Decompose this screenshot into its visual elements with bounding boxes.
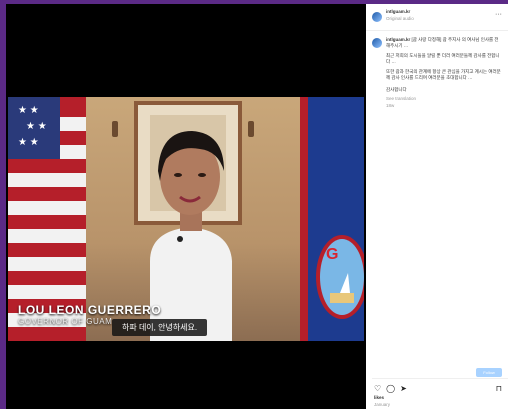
caption-thanks: 감사합니다 xyxy=(386,87,407,92)
post-side-panel: intlguam.kr Original audio ··· intlguam.… xyxy=(366,4,508,409)
heart-icon[interactable]: ♡ xyxy=(374,384,381,393)
follow-button[interactable]: Follow xyxy=(476,368,502,377)
action-icons: ♡ ◯ ➤ xyxy=(374,384,407,393)
speaker-name: LOU LEON GUERRERO xyxy=(18,303,162,317)
caption-avatar[interactable] xyxy=(372,38,382,48)
guam-flag: G xyxy=(300,97,364,341)
post-time: 18w xyxy=(386,103,395,108)
caption-paragraph-2: 최근 저희의 도시들을 알릴 뿐 더러 여러분들께 감사를 전합니다 … xyxy=(386,53,500,64)
video-player[interactable]: ★ ★ ★ ★ ★ ★ G LOU LEON GUERRERO GOVERNOR… xyxy=(8,97,364,341)
actions-divider xyxy=(372,378,508,379)
svg-text:★ ★: ★ ★ xyxy=(18,105,39,116)
caption: intlguam.kr [괌 사랑 다정해] 괌 주지사 의 여사님 인사를 전… xyxy=(386,37,502,109)
media-viewer[interactable]: ★ ★ ★ ★ ★ ★ G LOU LEON GUERRERO GOVERNOR… xyxy=(6,4,366,409)
svg-text:★ ★: ★ ★ xyxy=(26,121,47,132)
see-translation-link[interactable]: See translation xyxy=(386,96,502,102)
post-header: intlguam.kr Original audio ··· xyxy=(366,4,508,31)
caption-paragraph-3: 또한 괌과 한국의 관계에 항상 큰 관심을 가지고 계시는 여러분께 감사 인… xyxy=(386,69,501,80)
svg-text:★ ★: ★ ★ xyxy=(18,137,39,148)
post-date: January xyxy=(374,402,391,407)
svg-text:G: G xyxy=(326,246,338,263)
avatar[interactable] xyxy=(372,12,382,22)
instagram-post-modal: ★ ★ ★ ★ ★ ★ G LOU LEON GUERRERO GOVERNOR… xyxy=(6,4,508,409)
wall-lamp-left xyxy=(112,121,118,137)
bookmark-icon[interactable]: ⊓ xyxy=(496,384,502,393)
caption-account[interactable]: intlguam.kr xyxy=(386,37,410,42)
likes-count[interactable]: likes xyxy=(374,395,384,401)
share-icon[interactable]: ➤ xyxy=(400,384,407,393)
account-name[interactable]: intlguam.kr xyxy=(386,9,410,15)
caption-line1: [괌 사랑 다정해] xyxy=(411,37,442,42)
comment-icon[interactable]: ◯ xyxy=(386,384,395,393)
audio-label[interactable]: Original audio xyxy=(386,16,414,22)
more-icon[interactable]: ··· xyxy=(495,11,502,18)
video-subtitle: 하파 데이, 안녕하세요. xyxy=(112,319,208,336)
